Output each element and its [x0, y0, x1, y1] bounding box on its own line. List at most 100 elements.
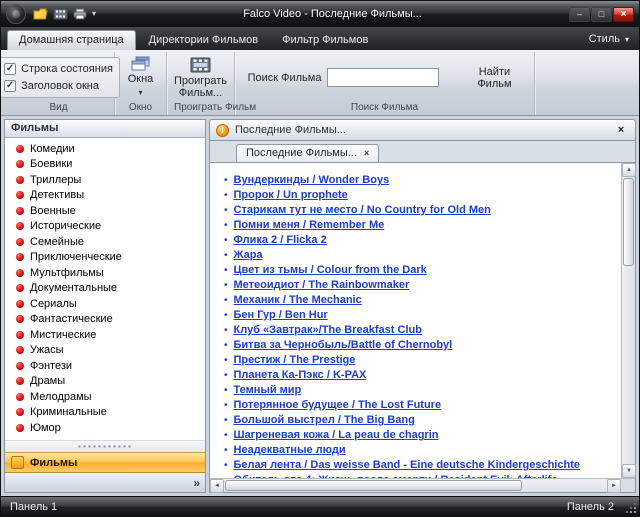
genre-tree: Комедии Боевики Триллеры Детективы Военн…: [5, 138, 205, 440]
content-panel-header: i Последние Фильмы... ×: [209, 119, 636, 141]
bullet-icon: •: [224, 458, 228, 473]
maximize-button[interactable]: □: [591, 7, 612, 22]
movie-link[interactable]: Пророк / Un prophete: [234, 188, 348, 203]
bullet-icon: •: [224, 323, 228, 338]
genre-bullet-icon: [16, 424, 24, 432]
tab-movie-filter[interactable]: Фильтр Фильмов: [271, 30, 379, 50]
chevron-down-icon[interactable]: ▾: [92, 10, 96, 18]
genre-item[interactable]: Сериалы: [5, 296, 205, 312]
genre-item[interactable]: Триллеры: [5, 172, 205, 188]
movie-list-item: • Флика 2 / Flicka 2: [224, 233, 619, 248]
group-label-play: Проиграть Фильм: [170, 101, 231, 115]
genre-item[interactable]: Приключенческие: [5, 250, 205, 266]
genre-item[interactable]: Боевики: [5, 157, 205, 173]
minimize-button[interactable]: –: [569, 7, 590, 22]
movie-list-container: • Вундеркинды / Wonder Boys • Пророк / U…: [209, 162, 636, 493]
genre-item[interactable]: Драмы: [5, 374, 205, 390]
genre-label: Приключенческие: [30, 251, 122, 263]
genre-item[interactable]: Криминальные: [5, 405, 205, 421]
genre-item[interactable]: Фантастические: [5, 312, 205, 328]
genre-bullet-icon: [16, 145, 24, 153]
panel-close-button[interactable]: ×: [613, 122, 629, 138]
genre-bullet-icon: [16, 377, 24, 385]
horizontal-scroll-track[interactable]: [224, 479, 607, 492]
bullet-icon: •: [224, 203, 228, 218]
movie-link[interactable]: Помни меня / Remember Me: [234, 218, 385, 233]
movie-list: • Вундеркинды / Wonder Boys • Пророк / U…: [210, 163, 621, 478]
genre-label: Ужасы: [30, 344, 64, 356]
genre-item[interactable]: Мистические: [5, 327, 205, 343]
genre-item[interactable]: Фэнтези: [5, 358, 205, 374]
movie-link[interactable]: Шагреневая кожа / La peau de chagrin: [234, 428, 439, 443]
genre-item[interactable]: Исторические: [5, 219, 205, 235]
tab-movie-directories[interactable]: Директории Фильмов: [138, 30, 269, 50]
genre-item[interactable]: Мультфильмы: [5, 265, 205, 281]
movie-link[interactable]: Цвет из тьмы / Colour from the Dark: [234, 263, 427, 278]
find-movie-button[interactable]: Найти Фильм: [467, 64, 521, 92]
movie-link[interactable]: Механик / The Mechanic: [234, 293, 362, 308]
windows-button[interactable]: Окна ▾: [125, 54, 157, 101]
scroll-up-button[interactable]: ▲: [622, 163, 636, 177]
genre-item[interactable]: Ужасы: [5, 343, 205, 359]
genre-item[interactable]: Мелодрамы: [5, 389, 205, 405]
movie-list-item: • Планета Ка-Пэкс / K-PAX: [224, 368, 619, 383]
window-title: Falco Video - Последние Фильмы...: [100, 8, 565, 20]
movie-link[interactable]: Престиж / The Prestige: [234, 353, 356, 368]
genre-item[interactable]: Семейные: [5, 234, 205, 250]
status-bar-checkbox[interactable]: ✓ Строка состояния: [4, 63, 113, 75]
genre-label: Мелодрамы: [30, 391, 92, 403]
bullet-icon: •: [224, 188, 228, 203]
ribbon-group-play: Проиграть Фильм... Проиграть Фильм: [167, 52, 235, 115]
movie-link[interactable]: Бен Гур / Ben Hur: [234, 308, 328, 323]
play-movie-button[interactable]: Проиграть Фильм...: [170, 55, 231, 101]
sidebar-movies-bar[interactable]: Фильмы: [5, 452, 205, 473]
style-menu[interactable]: Стиль ▾: [589, 33, 633, 50]
movie-link[interactable]: Метеоидиот / The Rainbowmaker: [234, 278, 410, 293]
open-folder-icon[interactable]: [33, 8, 48, 20]
vertical-scroll-track[interactable]: [622, 177, 635, 464]
movie-link[interactable]: Жара: [234, 248, 263, 263]
genre-item[interactable]: Военные: [5, 203, 205, 219]
movie-search-input[interactable]: [327, 68, 439, 87]
movie-link[interactable]: Битва за Чернобыль/Battle of Chernobyl: [234, 338, 453, 353]
ribbon: ✓ Строка состояния ✓ Заголовок окна Вид: [1, 50, 639, 116]
close-button[interactable]: ×: [613, 7, 634, 22]
tab-home[interactable]: Домашняя страница: [7, 30, 136, 50]
movie-link[interactable]: Клуб «Завтрак»/The Breakfast Club: [234, 323, 422, 338]
sidebar-splitter[interactable]: [5, 440, 205, 452]
horizontal-scroll-thumb[interactable]: [225, 480, 522, 491]
overflow-chevrons-icon[interactable]: »: [193, 477, 200, 489]
film-icon[interactable]: [53, 8, 68, 20]
document-tab[interactable]: Последние Фильмы... ×: [236, 144, 379, 162]
genre-label: Триллеры: [30, 174, 81, 186]
movie-link[interactable]: Большой выстрел / The Big Bang: [234, 413, 415, 428]
scroll-left-button[interactable]: ◄: [210, 479, 224, 493]
vertical-scroll-thumb[interactable]: [623, 178, 634, 266]
horizontal-scrollbar[interactable]: ◄ ►: [210, 479, 621, 492]
movie-link[interactable]: Неадекватные люди: [234, 443, 346, 458]
genre-item[interactable]: Комедии: [5, 141, 205, 157]
ribbon-tab-bar: Домашняя страница Директории Фильмов Фил…: [1, 27, 639, 50]
genre-item[interactable]: Детективы: [5, 188, 205, 204]
scroll-right-button[interactable]: ►: [607, 479, 621, 493]
bullet-icon: •: [224, 443, 228, 458]
movie-link[interactable]: Белая лента / Das weisse Band - Eine deu…: [234, 458, 580, 473]
genre-item[interactable]: Документальные: [5, 281, 205, 297]
movie-link[interactable]: Флика 2 / Flicka 2: [234, 233, 327, 248]
genre-label: Мистические: [30, 329, 96, 341]
genre-item[interactable]: Юмор: [5, 420, 205, 436]
tab-close-button[interactable]: ×: [364, 148, 369, 158]
movie-link[interactable]: Темный мир: [234, 383, 302, 398]
resize-grip[interactable]: [626, 503, 636, 513]
app-menu-button[interactable]: [6, 4, 26, 24]
movie-link[interactable]: Планета Ка-Пэкс / K-PAX: [234, 368, 367, 383]
print-icon[interactable]: [73, 8, 87, 20]
movie-link[interactable]: Потерянное будущее / The Lost Future: [234, 398, 442, 413]
movie-link[interactable]: Старикам тут не место / No Country for O…: [234, 203, 491, 218]
movie-link[interactable]: Вундеркинды / Wonder Boys: [234, 173, 390, 188]
movie-list-item: • Белая лента / Das weisse Band - Eine d…: [224, 458, 619, 473]
window-title-checkbox[interactable]: ✓ Заголовок окна: [4, 80, 113, 92]
scroll-down-button[interactable]: ▼: [622, 464, 636, 478]
bullet-icon: •: [224, 398, 228, 413]
vertical-scrollbar[interactable]: ▲ ▼: [621, 163, 635, 478]
